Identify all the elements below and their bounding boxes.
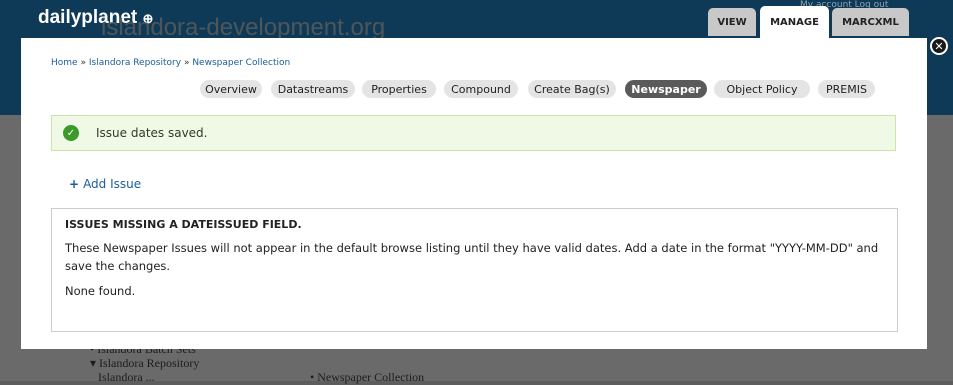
check-icon: ✓ xyxy=(63,125,79,141)
panel-title: ISSUES MISSING A DATEISSUED FIELD. xyxy=(65,218,302,231)
subtab-create-bags[interactable]: Create Bag(s) xyxy=(528,80,616,98)
tab-marcxml[interactable]: MARCXML xyxy=(832,8,909,36)
add-issue-label: Add Issue xyxy=(83,177,142,191)
empty-state: None found. xyxy=(65,284,136,298)
background-crumb[interactable]: • Newspaper Collection xyxy=(310,370,424,385)
tab-view[interactable]: VIEW xyxy=(708,8,756,36)
status-message: ✓ Issue dates saved. xyxy=(51,115,896,151)
breadcrumb-separator: » xyxy=(183,58,190,68)
close-icon[interactable]: ✕ xyxy=(930,37,948,55)
subtab-properties[interactable]: Properties xyxy=(362,80,436,98)
breadcrumb-separator: » xyxy=(80,58,86,68)
subtab-newspaper[interactable]: Newspaper xyxy=(625,80,707,98)
breadcrumb-link-repository[interactable]: Islandora Repository xyxy=(89,58,181,68)
breadcrumb-link-home[interactable]: Home xyxy=(51,58,78,68)
status-text: Issue dates saved. xyxy=(96,126,208,140)
panel-description: These Newspaper Issues will not appear i… xyxy=(65,241,879,273)
plus-icon: + xyxy=(69,177,80,191)
add-issue-link[interactable]: + Add Issue xyxy=(69,177,141,191)
overlay-dialog: Home » Islandora Repository » Newspaper … xyxy=(21,38,927,349)
subtab-object-policy[interactable]: Object Policy xyxy=(714,80,810,98)
tab-manage[interactable]: MANAGE xyxy=(760,6,829,38)
nav-item[interactable]: Islandora ... xyxy=(98,370,199,384)
subtab-compound[interactable]: Compound xyxy=(444,80,518,98)
nav-item[interactable]: ▾ Islandora Repository xyxy=(90,356,199,370)
missing-dates-panel: ISSUES MISSING A DATEISSUED FIELD. These… xyxy=(51,208,898,332)
breadcrumb: Home » Islandora Repository » Newspaper … xyxy=(51,58,290,68)
subtab-datastreams[interactable]: Datastreams xyxy=(271,80,355,98)
breadcrumb-link-collection[interactable]: Newspaper Collection xyxy=(192,58,290,68)
subtab-premis[interactable]: PREMIS xyxy=(818,80,875,98)
subtab-overview[interactable]: Overview xyxy=(200,80,262,98)
